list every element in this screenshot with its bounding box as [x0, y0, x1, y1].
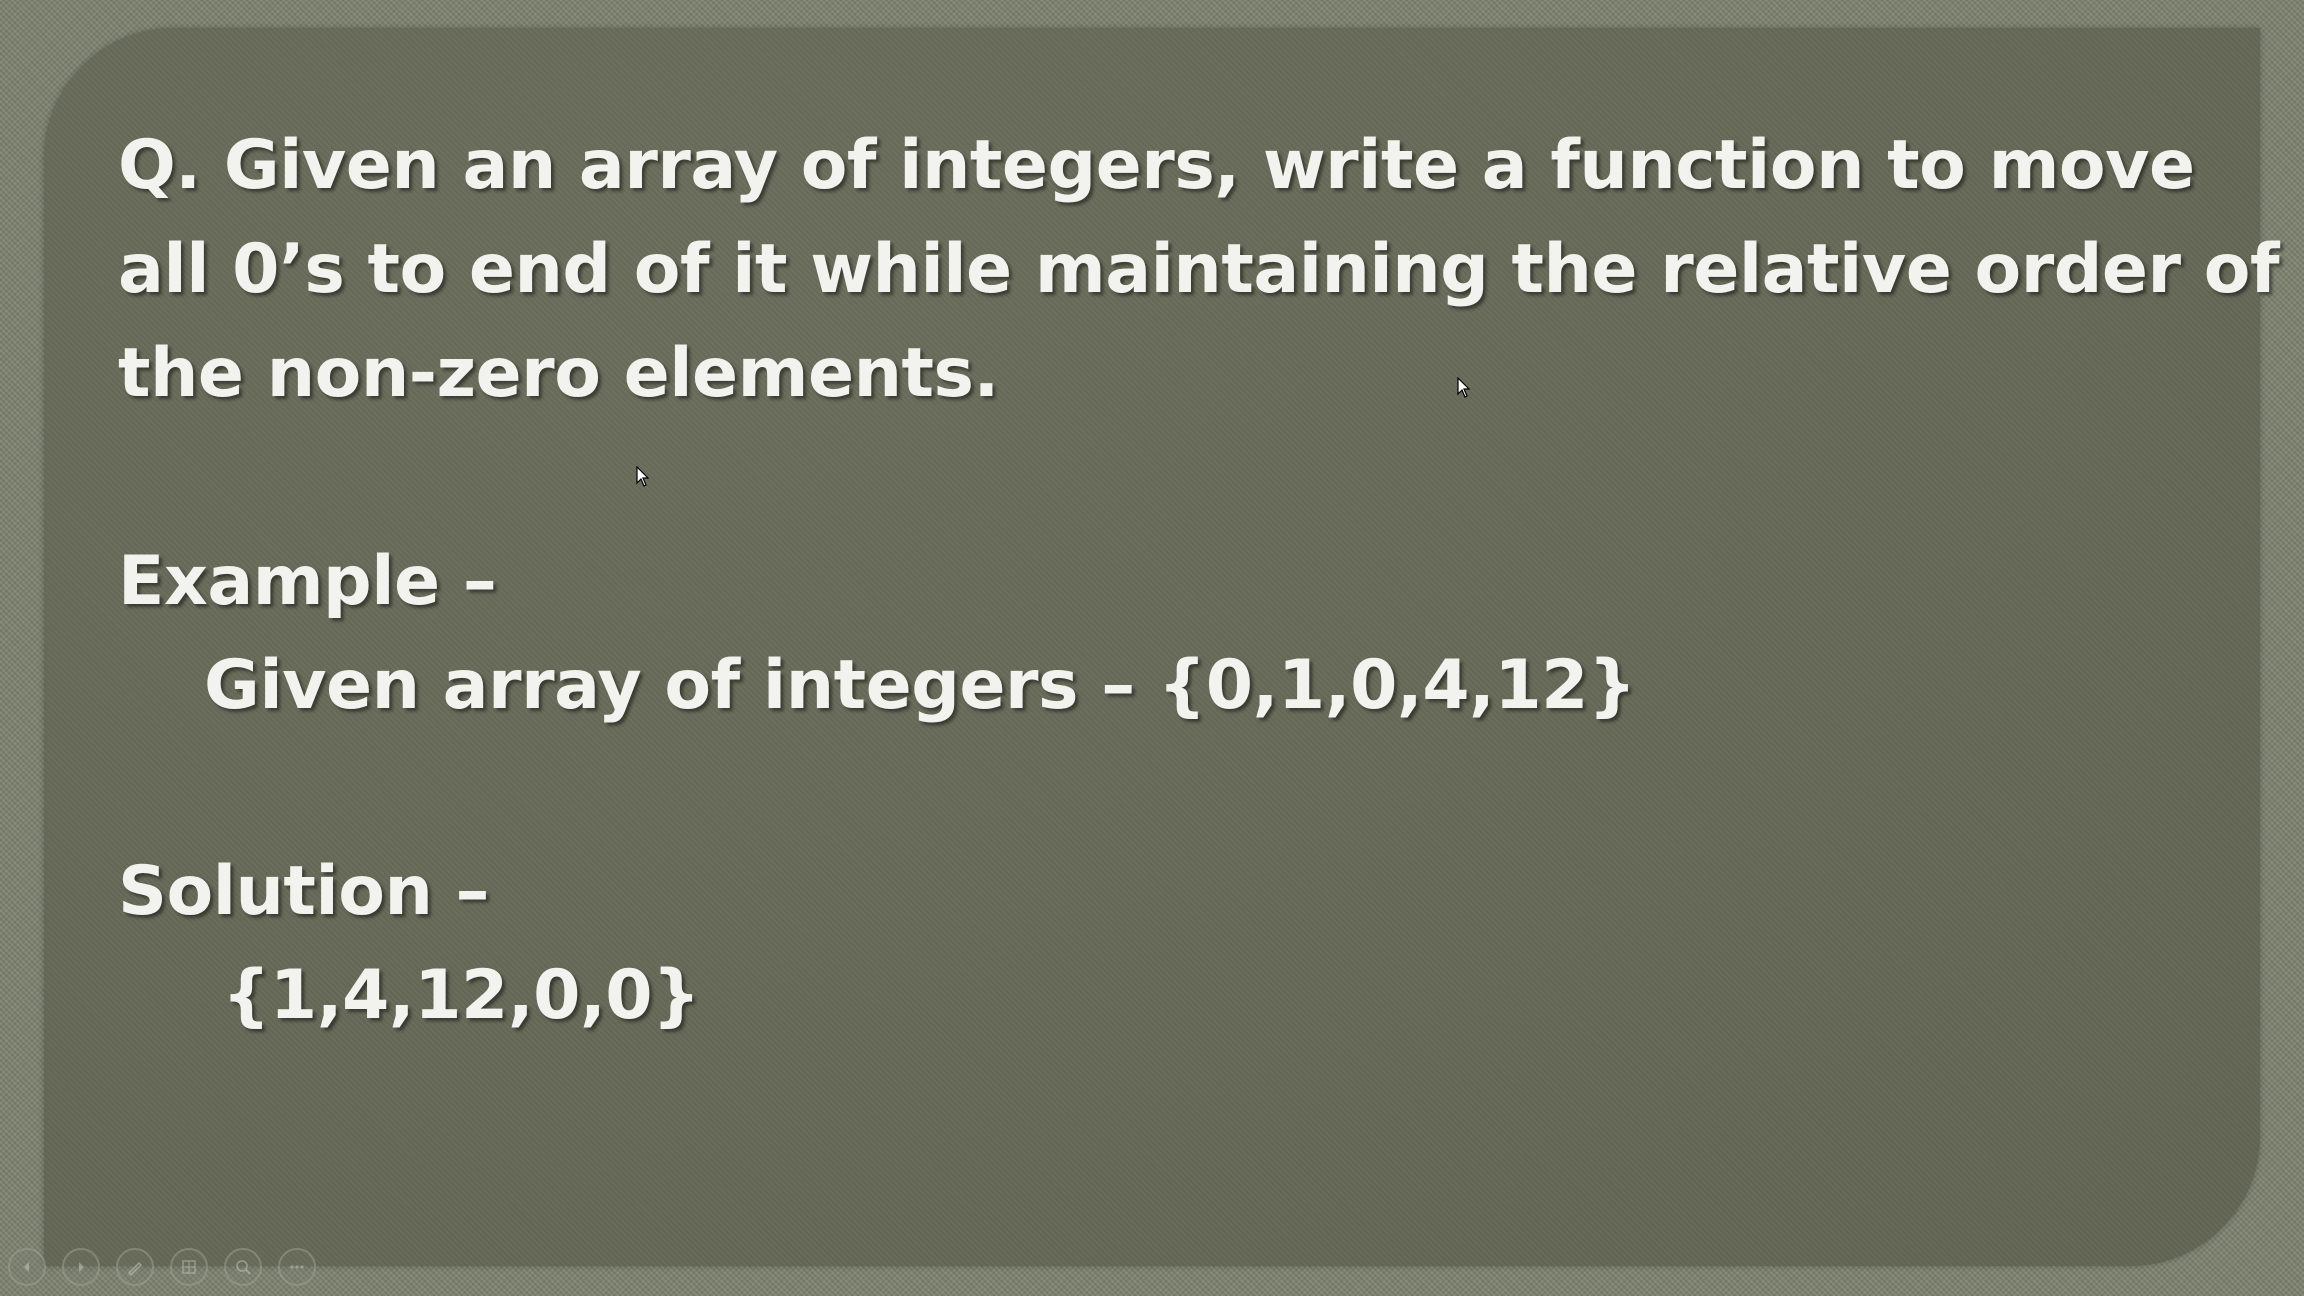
zoom-icon: [236, 1260, 251, 1275]
question-line-1: Q. Given an array of integers, write a f…: [118, 126, 2195, 205]
example-heading: Example –: [118, 542, 497, 621]
next-slide-button[interactable]: [62, 1248, 100, 1286]
pen-icon: [127, 1261, 143, 1276]
more-options-icon: [290, 1265, 304, 1269]
previous-slide-button[interactable]: [8, 1248, 46, 1286]
more-options-button[interactable]: [278, 1248, 316, 1286]
see-all-slides-button[interactable]: [170, 1248, 208, 1286]
question-line-2: all 0’s to end of it while maintaining t…: [118, 230, 2280, 309]
zoom-button[interactable]: [224, 1248, 262, 1286]
question-line-3: the non-zero elements.: [118, 334, 999, 413]
example-input-array: Given array of integers – {0,1,0,4,12}: [204, 646, 1636, 725]
pen-tool-button[interactable]: [116, 1248, 154, 1286]
question-text: Q. Given an array of integers, write a f…: [118, 114, 2280, 426]
next-slide-icon: [79, 1262, 84, 1272]
previous-slide-icon: [24, 1262, 29, 1272]
solution-heading: Solution –: [118, 852, 490, 931]
slideshow-view: Q. Given an array of integers, write a f…: [0, 0, 2304, 1296]
solution-output-array: {1,4,12,0,0}: [222, 956, 701, 1035]
slideshow-toolbar: [8, 1248, 316, 1288]
slides-grid-icon: [182, 1260, 196, 1274]
